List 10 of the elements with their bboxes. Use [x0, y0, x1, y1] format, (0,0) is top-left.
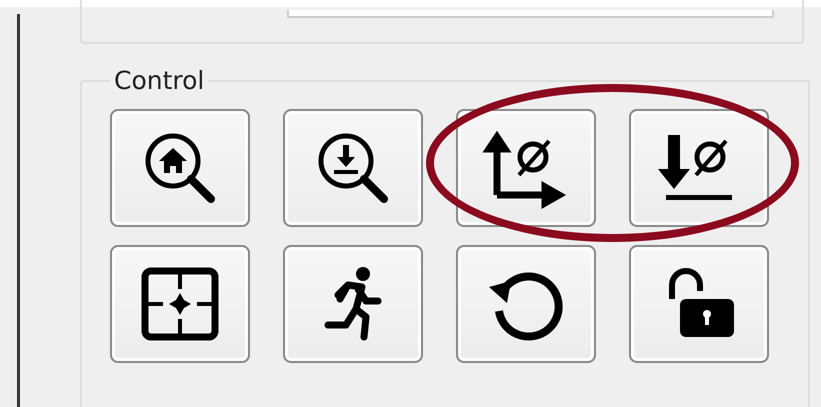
group-title: Control: [113, 66, 206, 95]
toolbar-button[interactable]: [629, 109, 769, 227]
toolbar-button[interactable]: [456, 245, 596, 363]
toolbar-button[interactable]: [283, 109, 423, 227]
toolbar-button[interactable]: [110, 245, 250, 363]
toolbar-button[interactable]: [629, 245, 769, 363]
toolbar-button[interactable]: [456, 109, 596, 227]
input-field[interactable]: [287, 10, 774, 18]
toolbar-button[interactable]: [283, 245, 423, 363]
toolbar-button[interactable]: [110, 109, 250, 227]
